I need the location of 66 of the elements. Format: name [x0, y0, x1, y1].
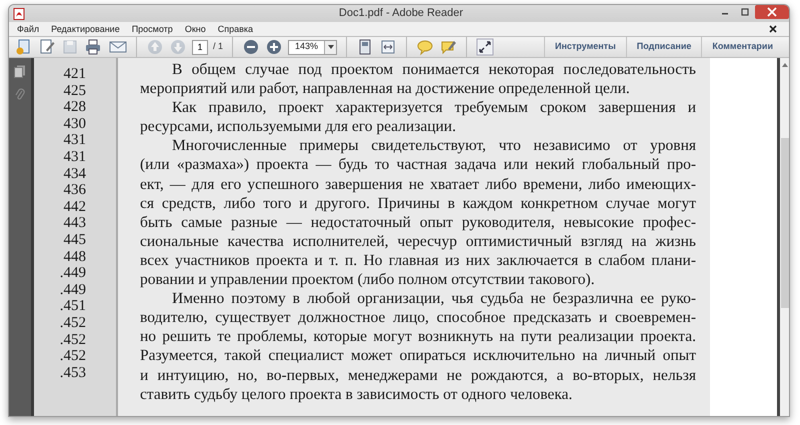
text-line: ся средств, либо того и другого. Причины в каждом конкретном случае могут [140, 194, 696, 213]
zoom-in-icon[interactable] [265, 38, 284, 56]
margin-number: 425 [64, 82, 86, 100]
comment-bubble-icon[interactable] [416, 38, 434, 56]
paperclip-icon[interactable] [15, 88, 25, 101]
fit-width-icon[interactable] [379, 38, 398, 56]
margin-number: 443 [64, 215, 86, 232]
scrollbar-thumb[interactable] [780, 138, 788, 308]
margin-number: .449 [60, 265, 86, 282]
pdf-app-icon [13, 8, 25, 20]
margin-number: .453 [60, 364, 86, 382]
full-screen-icon[interactable] [476, 38, 494, 56]
menu-item[interactable]: Просмотр [132, 24, 173, 34]
close-document-icon[interactable] [769, 25, 777, 33]
margin-number: 442 [64, 198, 86, 216]
margin-number: 434 [64, 166, 86, 182]
margin-number: 428 [64, 99, 86, 116]
margin-number: .452 [60, 332, 86, 348]
text-line: ставить судьбу целого проекта в зависимость от одного человека. [140, 384, 574, 404]
highlighter-icon[interactable] [439, 38, 458, 56]
text-line: (или «размаха») проекта — будь то частная задача или некий глобальный про- [140, 155, 696, 175]
text-line: Именно поэтому в любой организации, чья судьба не безразлична ее руко- [171, 289, 696, 308]
text-line: ровании и управлении проектом (либо полном отсутствии такового). [140, 270, 596, 290]
page-total: / 1 [213, 40, 224, 54]
menu-item[interactable]: Справка [218, 24, 254, 34]
pane-tab[interactable]: Комментарии [701, 37, 783, 57]
margin-number: 436 [64, 182, 86, 199]
edit-document-icon[interactable] [38, 38, 56, 56]
scroll-up-icon[interactable] [782, 62, 788, 68]
pane-tab[interactable]: Инструменты [544, 37, 626, 57]
text-line: ект, — для его успешного завершения не хватает либо времени, либо имеющих- [140, 174, 696, 194]
text-line: и интуицию, но, во-первых, менеджерами не рождаются, а во-вторых, нельзя [140, 366, 696, 385]
pane-tab[interactable]: Подписание [626, 37, 702, 57]
pages-icon[interactable] [14, 65, 26, 78]
margin-number: 431 [64, 132, 86, 149]
print-icon[interactable] [84, 38, 102, 56]
text-line: быть самые разные — недостаточный опыт руководителя, невысокие профес- [140, 212, 696, 232]
margin-number: 448 [64, 248, 86, 266]
text-line: В общем случае под проектом понимается некоторая последовательность [171, 60, 696, 80]
text-line: но решить те проблемы, которые могут возникнуть на пути реализации проекта. [140, 327, 696, 346]
zoom-out-icon[interactable] [242, 38, 260, 56]
margin-number: .451 [60, 298, 86, 315]
menu-item[interactable]: Редактирование [51, 24, 120, 34]
margin-number: 430 [64, 116, 86, 132]
margin-number: .452 [60, 348, 86, 365]
menu-item[interactable]: Файл [17, 24, 40, 34]
text-line: ресурсами, используемыми для его реализации. [140, 117, 457, 136]
margin-number: .452 [60, 314, 86, 332]
close-icon[interactable] [755, 5, 789, 19]
text-line: всех участников проекта и т. п. Но главная из них заключается в слабом плани- [140, 250, 696, 270]
vertical-scrollbar[interactable] [777, 58, 789, 416]
text-line: Как правило, проект характеризуется требуемым сроком завершения и [171, 98, 696, 118]
margin-number: 421 [64, 66, 86, 83]
text-line: сиональные качества исполнителей, чересчур оптимистичный взгляд на жизнь [140, 232, 696, 251]
zoom-field[interactable]: 143% [288, 40, 338, 54]
text-line: мероприятий или работ, направленная на достижение определенной цели. [140, 79, 631, 98]
page-number-field[interactable]: 1 [192, 40, 208, 54]
margin-number: 445 [64, 232, 86, 249]
menu-item[interactable]: Окно [184, 24, 206, 34]
caret-icon [328, 45, 334, 49]
margin-number: 431 [64, 148, 86, 166]
text-line: водителю, существует должностное лицо, способное предсказать и своевремен- [140, 308, 696, 328]
text-line: Разумеется, такой специалист может опираться исключительно на личный опыт [140, 346, 696, 366]
window-title: Doc1.pdf - Adobe Reader [338, 6, 464, 22]
margin-number: .449 [60, 282, 86, 298]
text-line: Многочисленные примеры свидетельствуют, что независимо от уровня [171, 136, 696, 156]
